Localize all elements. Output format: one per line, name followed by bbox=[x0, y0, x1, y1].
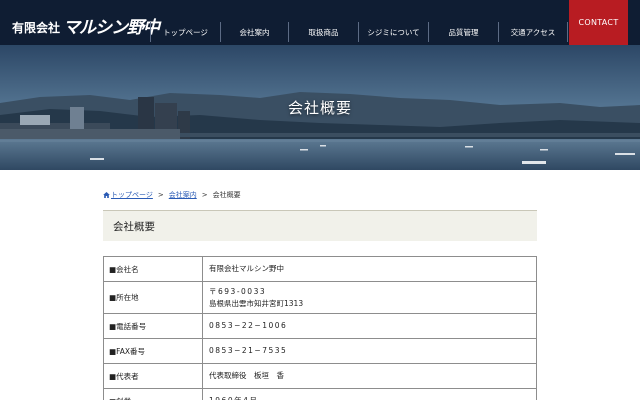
table-row: ■電話番号 0853−22−1006 bbox=[103, 313, 537, 339]
row-value-representative: 代表取締役 板垣 香 bbox=[202, 363, 537, 389]
contact-button[interactable]: CONTACT bbox=[569, 0, 628, 45]
company-info-table: ■会社名 有限会社マルシン野中 ■所在地 〒693-0033 島根県出雲市知井宮… bbox=[103, 256, 537, 400]
nav-item-top[interactable]: トップページ bbox=[150, 22, 220, 42]
row-label-company-name: ■会社名 bbox=[103, 256, 203, 282]
section-heading: 会社概要 bbox=[103, 210, 537, 241]
row-value-address: 〒693-0033 島根県出雲市知井宮町1313 bbox=[202, 281, 537, 314]
row-value-company-name: 有限会社マルシン野中 bbox=[202, 256, 537, 282]
home-icon bbox=[103, 192, 110, 198]
table-row: ■会社名 有限会社マルシン野中 bbox=[103, 256, 537, 282]
nav-item-access[interactable]: 交通アクセス bbox=[498, 22, 568, 42]
row-value-founded: 1960年4月 bbox=[202, 388, 537, 400]
nav-item-shijimi[interactable]: シジミについて bbox=[358, 22, 428, 42]
breadcrumb: トップページ > 会社案内 > 会社概要 bbox=[103, 190, 241, 200]
site-header: 有限会社 マルシン野中 トップページ 会社案内 取扱商品 シジミについて 品質管… bbox=[0, 0, 640, 45]
hero-title: 会社概要 bbox=[287, 99, 352, 117]
breadcrumb-company-link[interactable]: 会社案内 bbox=[169, 190, 197, 200]
logo-company-name: マルシン野中 bbox=[63, 18, 160, 38]
table-row: ■創業 1960年4月 bbox=[103, 388, 537, 400]
table-row: ■所在地 〒693-0033 島根県出雲市知井宮町1313 bbox=[103, 281, 537, 314]
row-label-fax: ■FAX番号 bbox=[103, 338, 203, 364]
nav-item-company[interactable]: 会社案内 bbox=[220, 22, 288, 42]
row-value-fax: 0853−21−7535 bbox=[202, 338, 537, 364]
row-value-phone: 0853−22−1006 bbox=[202, 313, 537, 339]
breadcrumb-current: 会社概要 bbox=[212, 191, 241, 199]
nav-item-products[interactable]: 取扱商品 bbox=[288, 22, 358, 42]
row-label-phone: ■電話番号 bbox=[103, 313, 203, 339]
row-label-representative: ■代表者 bbox=[103, 363, 203, 389]
row-label-founded: ■創業 bbox=[103, 388, 203, 400]
breadcrumb-separator: > bbox=[157, 191, 164, 199]
postal-code: 〒693-0033 bbox=[209, 286, 267, 296]
logo-company-type: 有限会社 bbox=[12, 21, 61, 35]
address-line: 島根県出雲市知井宮町1313 bbox=[209, 298, 304, 308]
breadcrumb-home-link[interactable]: トップページ bbox=[111, 190, 153, 200]
breadcrumb-separator: > bbox=[201, 191, 208, 199]
nav-item-quality[interactable]: 品質管理 bbox=[428, 22, 498, 42]
table-row: ■FAX番号 0853−21−7535 bbox=[103, 338, 537, 364]
table-row: ■代表者 代表取締役 板垣 香 bbox=[103, 363, 537, 389]
site-logo[interactable]: 有限会社 マルシン野中 bbox=[12, 12, 160, 38]
main-nav: トップページ 会社案内 取扱商品 シジミについて 品質管理 交通アクセス bbox=[150, 22, 568, 42]
row-label-address: ■所在地 bbox=[103, 281, 203, 314]
hero-banner: 会社概要 bbox=[0, 45, 640, 170]
